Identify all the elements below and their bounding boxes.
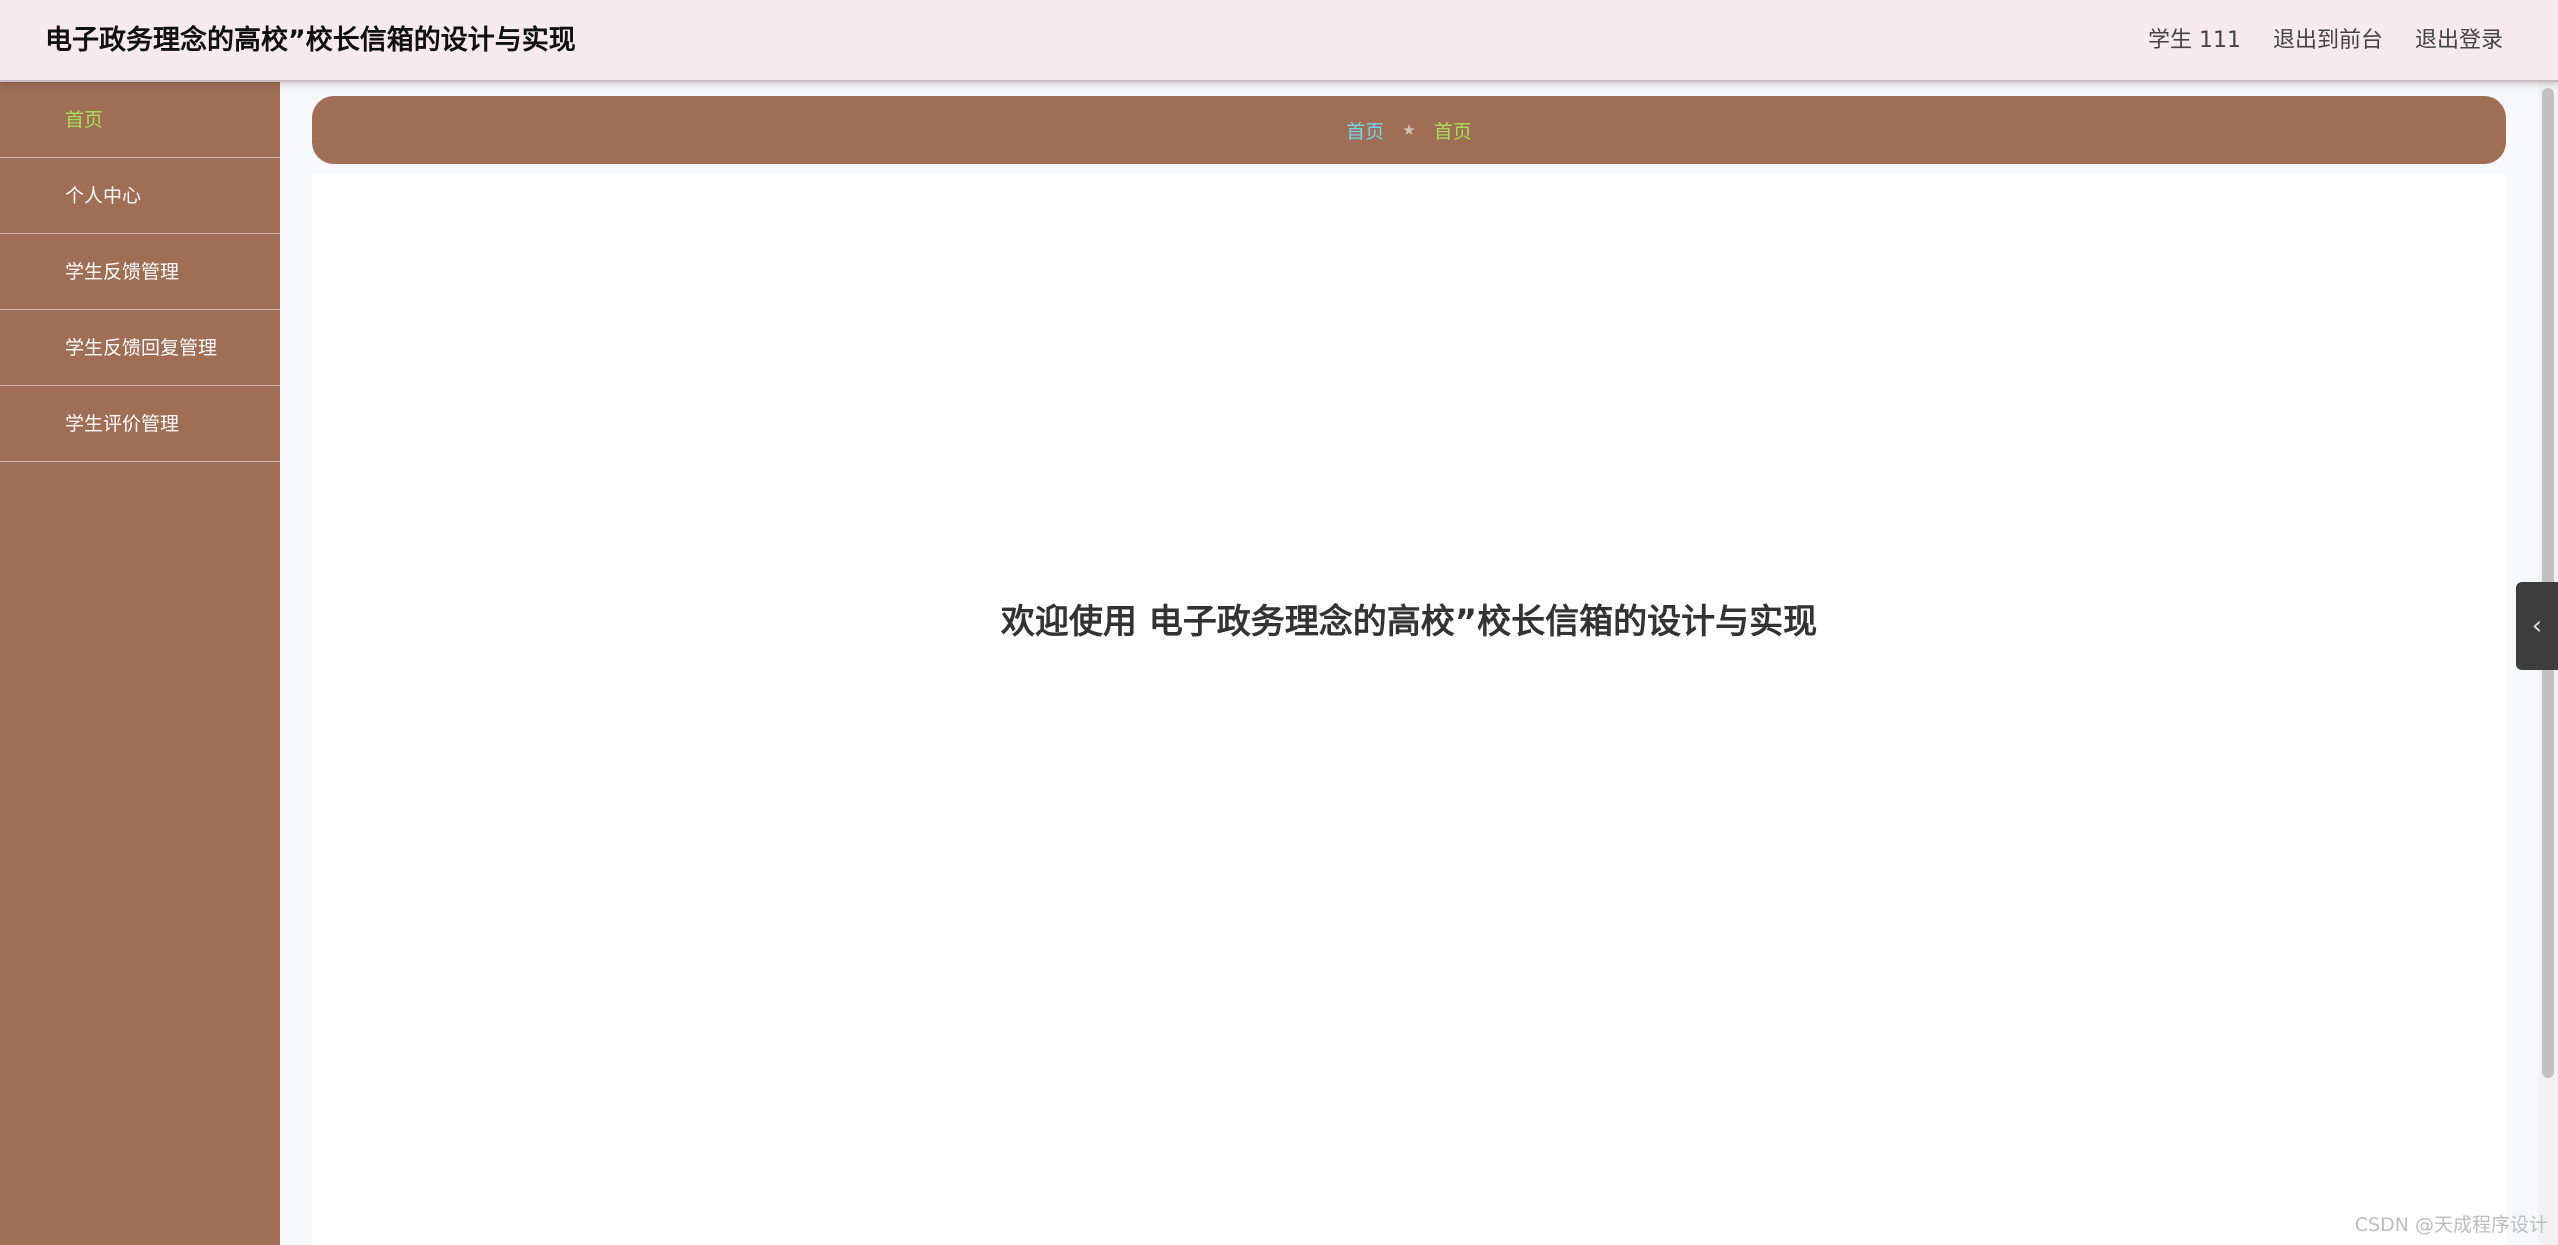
collapse-panel-toggle[interactable]: ‹ (2516, 582, 2558, 670)
sidebar-item-home[interactable]: 首页 (0, 82, 280, 158)
welcome-message: 欢迎使用 电子政务理念的高校”校长信箱的设计与实现 (1000, 602, 1818, 642)
main-area: 首页 ★ 首页 欢迎使用 电子政务理念的高校”校长信箱的设计与实现 (280, 82, 2538, 1245)
watermark: CSDN @天成程序设计 (2354, 1214, 2548, 1236)
top-header: 电子政务理念的高校”校长信箱的设计与实现 学生 111 退出到前台 退出登录 (0, 0, 2558, 82)
current-user-label: 学生 111 (2147, 28, 2241, 53)
exit-to-front-link[interactable]: 退出到前台 (2273, 26, 2383, 56)
breadcrumb-current: 首页 (1433, 120, 1472, 143)
sidebar-menu: 首页 个人中心 学生反馈管理 学生反馈回复管理 学生评价管理 (0, 82, 280, 1245)
content-card: 欢迎使用 电子政务理念的高校”校长信箱的设计与实现 (312, 174, 2506, 1245)
header-actions: 学生 111 退出到前台 退出登录 (2148, 26, 2503, 56)
breadcrumb-separator-icon: ★ (1402, 121, 1416, 139)
sidebar-item-feedback-reply-management[interactable]: 学生反馈回复管理 (0, 310, 280, 386)
sidebar-item-personal-center[interactable]: 个人中心 (0, 158, 280, 234)
chevron-left-icon: ‹ (2531, 611, 2543, 641)
sidebar-item-feedback-management[interactable]: 学生反馈管理 (0, 234, 280, 310)
app-title: 电子政务理念的高校”校长信箱的设计与实现 (45, 25, 576, 56)
sidebar-item-evaluation-management[interactable]: 学生评价管理 (0, 386, 280, 462)
breadcrumb: 首页 ★ 首页 (312, 96, 2506, 164)
breadcrumb-home-link[interactable]: 首页 (1346, 117, 1384, 144)
logout-link[interactable]: 退出登录 (2415, 26, 2503, 56)
